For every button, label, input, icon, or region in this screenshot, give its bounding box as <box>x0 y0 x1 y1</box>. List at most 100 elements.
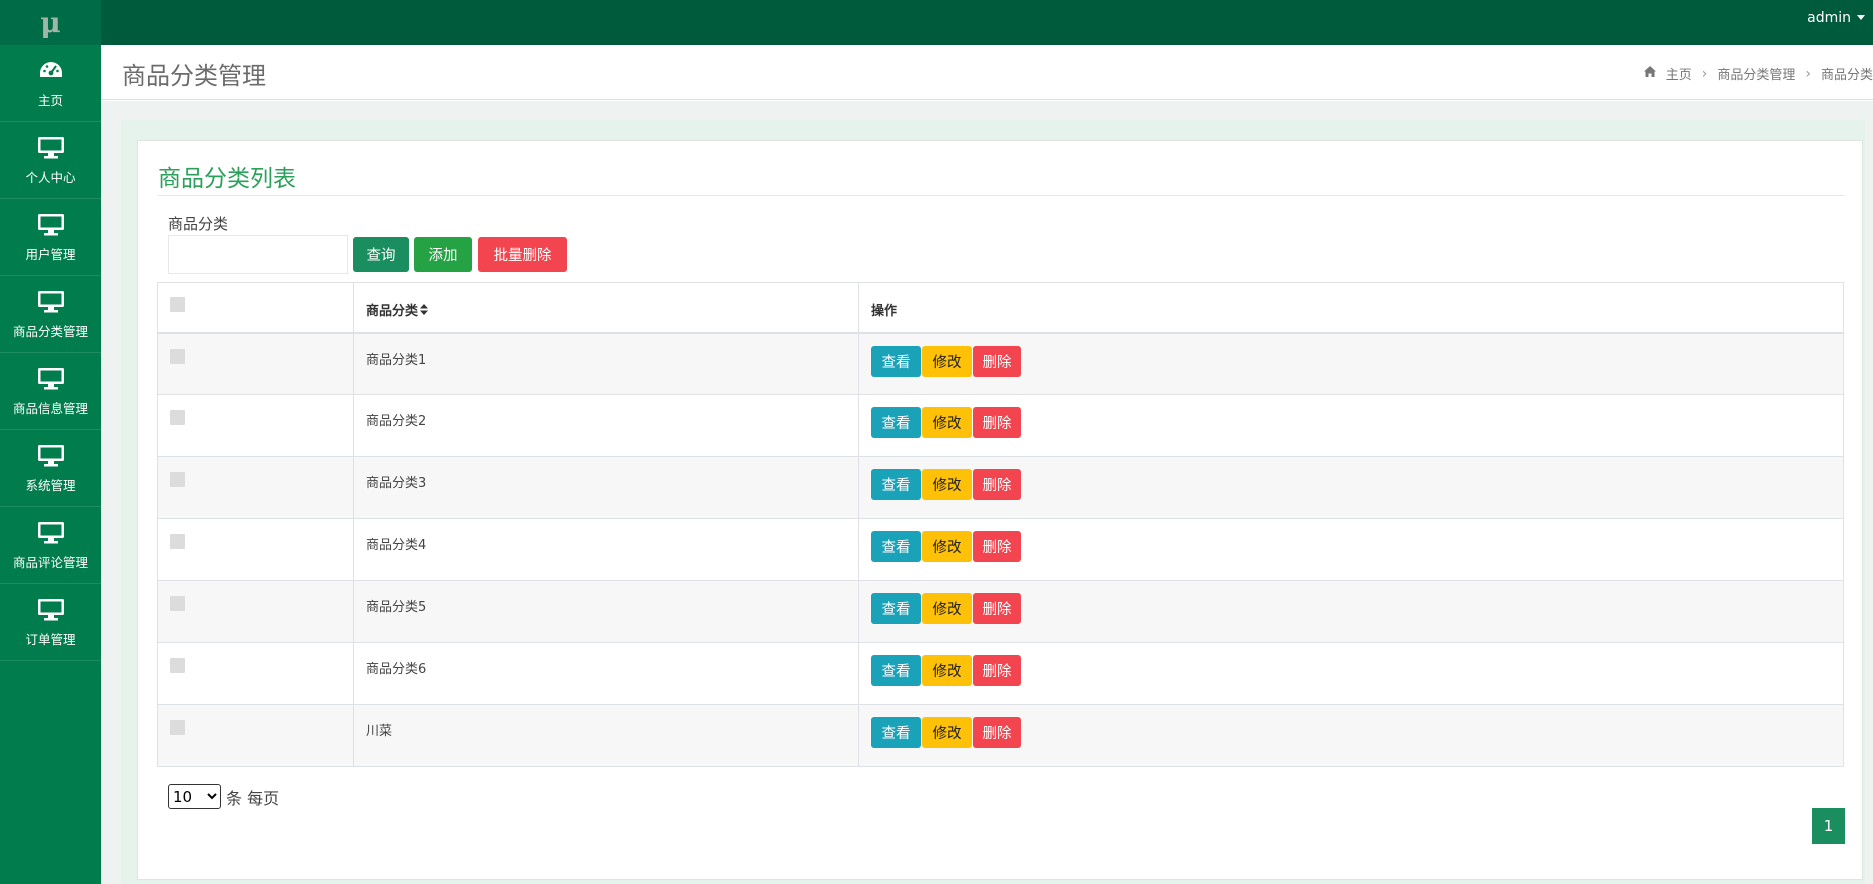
monitor-icon <box>36 289 66 315</box>
edit-button[interactable]: 修改 <box>922 717 972 748</box>
sort-icon[interactable] <box>420 304 429 319</box>
sidebar-item-category[interactable]: 商品分类管理 <box>0 276 101 353</box>
row-checkbox-cell <box>157 332 354 395</box>
row-checkbox[interactable] <box>170 596 185 611</box>
view-button[interactable]: 查看 <box>871 345 921 377</box>
user-menu[interactable]: admin <box>1807 0 1865 35</box>
column-header-actions: 操作 <box>871 304 898 319</box>
app-logo[interactable]: μ <box>0 0 101 45</box>
edit-button[interactable]: 修改 <box>922 407 972 438</box>
row-checkbox[interactable] <box>170 348 185 364</box>
row-checkbox-cell <box>157 580 354 643</box>
sidebar-item-label: 系统管理 <box>25 477 76 493</box>
column-header-name[interactable]: 商品分类 <box>353 282 859 333</box>
action-group: 查看 修改 删除 <box>871 655 1843 686</box>
breadcrumb-category: 商品分类 <box>1820 68 1873 83</box>
sidebar-item-label: 主页 <box>37 92 63 108</box>
sidebar-item-home[interactable]: 主页 <box>0 45 101 122</box>
page-header: 商品分类管理 主页 › 商品分类管理 › 商品分类 <box>101 45 1873 100</box>
edit-button[interactable]: 修改 <box>922 345 972 377</box>
caret-down-icon[interactable] <box>1857 15 1865 20</box>
monitor-icon <box>36 135 66 161</box>
sidebar-item-orders[interactable]: 订单管理 <box>0 584 101 661</box>
delete-button[interactable]: 删除 <box>973 407 1021 438</box>
category-name-cell: 川菜 <box>353 704 859 767</box>
category-search-input[interactable] <box>168 235 348 274</box>
row-checkbox-cell <box>157 704 354 767</box>
sidebar-item-label: 商品分类管理 <box>12 323 88 339</box>
row-checkbox-cell <box>157 394 354 457</box>
sidebar-item-system[interactable]: 系统管理 <box>0 430 101 507</box>
select-all-checkbox[interactable] <box>170 297 185 312</box>
user-name[interactable]: admin <box>1807 10 1851 26</box>
row-checkbox[interactable] <box>170 534 185 549</box>
dashboard-icon <box>36 58 66 84</box>
view-button[interactable]: 查看 <box>871 717 921 748</box>
table-row: 商品分类1 查看 修改 删除 <box>157 332 1844 395</box>
sidebar-item-label: 用户管理 <box>25 246 76 262</box>
sidebar-item-profile[interactable]: 个人中心 <box>0 122 101 199</box>
edit-button[interactable]: 修改 <box>922 593 972 624</box>
table-row: 商品分类4 查看 修改 删除 <box>157 518 1844 581</box>
category-table: 商品分类 操作 商品分类1 查看 修改 删除 商品分类2 查看 修改 删除 商品… <box>157 282 1844 767</box>
monitor-icon <box>36 212 66 238</box>
sidebar: 主页 个人中心 用户管理 商品分类管理 商品信息管理 系统管理 商品评论管理 订… <box>0 45 101 884</box>
view-button[interactable]: 查看 <box>871 469 921 500</box>
sidebar-item-products[interactable]: 商品信息管理 <box>0 353 101 430</box>
action-cell: 查看 修改 删除 <box>859 457 1844 519</box>
sidebar-item-comments[interactable]: 商品评论管理 <box>0 507 101 584</box>
view-button[interactable]: 查看 <box>871 531 921 562</box>
column-header-label: 商品分类 <box>366 304 419 319</box>
home-icon <box>1643 66 1656 81</box>
edit-button[interactable]: 修改 <box>922 531 972 562</box>
sidebar-item-users[interactable]: 用户管理 <box>0 199 101 276</box>
row-checkbox-cell <box>157 642 354 705</box>
table-row: 商品分类3 查看 修改 删除 <box>157 456 1844 519</box>
page-title: 商品分类管理 <box>122 62 266 90</box>
delete-button[interactable]: 删除 <box>973 469 1021 500</box>
row-checkbox[interactable] <box>170 658 185 673</box>
monitor-icon <box>36 520 66 546</box>
sidebar-item-label: 订单管理 <box>25 631 76 647</box>
action-cell: 查看 修改 删除 <box>859 705 1844 767</box>
row-checkbox[interactable] <box>170 472 185 487</box>
action-group: 查看 修改 删除 <box>871 717 1843 748</box>
batch-delete-button[interactable]: 批量删除 <box>478 237 567 272</box>
category-name-cell: 商品分类3 <box>353 456 859 519</box>
row-checkbox-cell <box>157 456 354 519</box>
monitor-icon <box>36 597 66 623</box>
delete-button[interactable]: 删除 <box>973 593 1021 624</box>
edit-button[interactable]: 修改 <box>922 469 972 500</box>
category-name-cell: 商品分类1 <box>353 332 859 395</box>
view-button[interactable]: 查看 <box>871 655 921 686</box>
category-list-card: 商品分类列表 商品分类 查询 添加 批量删除 商品分类 操作 商品分类1 查看 … <box>137 140 1863 880</box>
breadcrumb-home[interactable]: 主页 <box>1666 64 1692 83</box>
table-row: 商品分类5 查看 修改 删除 <box>157 580 1844 643</box>
table-row: 商品分类6 查看 修改 删除 <box>157 642 1844 705</box>
monitor-icon <box>36 443 66 469</box>
edit-button[interactable]: 修改 <box>922 655 972 686</box>
row-checkbox[interactable] <box>170 720 185 735</box>
delete-button[interactable]: 删除 <box>973 345 1021 377</box>
row-checkbox-cell <box>157 518 354 581</box>
filter-label: 商品分类 <box>168 215 229 233</box>
card-divider <box>158 195 1844 196</box>
page-size-select[interactable]: 10 <box>168 784 221 809</box>
delete-button[interactable]: 删除 <box>973 531 1021 562</box>
sidebar-item-label: 商品信息管理 <box>12 400 88 416</box>
action-cell: 查看 修改 删除 <box>859 395 1844 457</box>
action-cell: 查看 修改 删除 <box>859 581 1844 643</box>
delete-button[interactable]: 删除 <box>973 717 1021 748</box>
table-header-row: 商品分类 操作 <box>157 282 1844 333</box>
action-group: 查看 修改 删除 <box>871 531 1843 562</box>
view-button[interactable]: 查看 <box>871 593 921 624</box>
row-checkbox[interactable] <box>170 410 185 425</box>
query-button[interactable]: 查询 <box>353 237 409 272</box>
page-number-button[interactable]: 1 <box>1812 808 1845 844</box>
add-button[interactable]: 添加 <box>414 237 472 272</box>
delete-button[interactable]: 删除 <box>973 655 1021 686</box>
page-size-suffix: 条 每页 <box>226 788 280 808</box>
breadcrumb-category-management[interactable]: 商品分类管理 <box>1717 64 1795 83</box>
action-group: 查看 修改 删除 <box>871 345 1843 377</box>
view-button[interactable]: 查看 <box>871 407 921 438</box>
